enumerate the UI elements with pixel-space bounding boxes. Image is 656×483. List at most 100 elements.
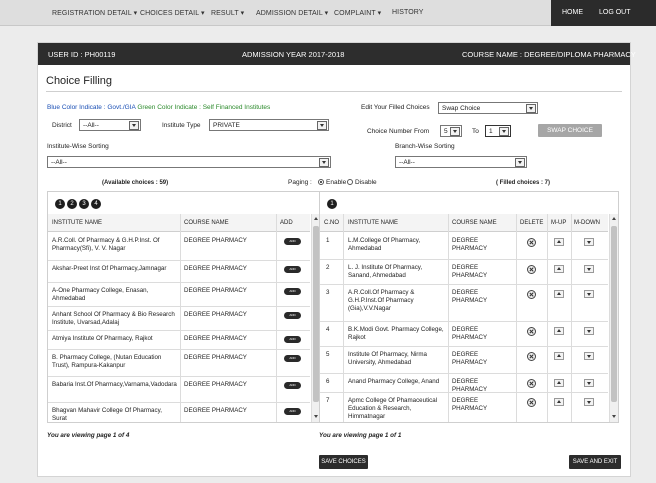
nav-history[interactable]: HISTORY — [392, 9, 424, 16]
delete-icon[interactable] — [527, 290, 536, 299]
left-page-status: You are viewing page 1 of 4 — [47, 432, 130, 439]
legend-govt: Blue Color Indicate : Govt./GIA — [47, 104, 136, 111]
institute-name-cell: B.K.Modi Govt. Pharmacy College, Rajkot — [348, 326, 444, 341]
add-button[interactable]: ADD — [284, 336, 301, 343]
add-button[interactable]: ADD — [284, 266, 301, 273]
course-name: COURSE NAME : DEGREE/DIPLOMA PHARMACY — [462, 50, 636, 59]
add-button[interactable]: ADD — [284, 288, 301, 295]
column-divider — [516, 214, 517, 422]
institute-name-cell: Bhagvan Mahavir College Of Pharmacy, Sur… — [52, 407, 162, 422]
institute-type-label: Institute Type — [162, 122, 201, 129]
nav-result[interactable]: RESULT ▾ — [211, 9, 244, 17]
left-table-header: INSTITUTE NAME COURSE NAME ADD — [48, 214, 310, 232]
page-1-button[interactable]: 1 — [55, 199, 65, 209]
page-3-button[interactable]: 3 — [79, 199, 89, 209]
add-button[interactable]: ADD — [284, 238, 301, 245]
move-down-icon[interactable] — [584, 290, 594, 298]
course-name-cell: DEGREE PHARMACY — [184, 237, 247, 244]
paging-disable-radio[interactable] — [347, 179, 353, 185]
table-row: Akshar-Preet Inst Of Pharmacy,Jamnagar DE… — [48, 261, 310, 283]
save-and-exit-button[interactable]: SAVE AND EXIT — [569, 455, 621, 469]
paging-label: Paging : — [288, 179, 312, 186]
column-divider — [276, 214, 277, 422]
move-down-icon[interactable] — [584, 352, 594, 360]
edit-choices-label: Edit Your Filled Choices — [361, 104, 430, 111]
institute-name-cell: Babaria Inst.Of Pharmacy,Varnama,Vadodar… — [52, 381, 177, 388]
column-divider — [547, 214, 548, 422]
institute-sort-select[interactable]: --All-- — [47, 156, 331, 168]
move-down-icon[interactable] — [584, 327, 594, 335]
page-2-button[interactable]: 2 — [67, 199, 77, 209]
save-choices-button[interactable]: SAVE CHOICES — [319, 455, 368, 469]
course-name-cell: DEGREE PHARMACY — [452, 326, 488, 341]
delete-icon[interactable] — [527, 379, 536, 388]
delete-icon[interactable] — [527, 398, 536, 407]
delete-icon[interactable] — [527, 238, 536, 247]
page-1-button[interactable]: 1 — [327, 199, 337, 209]
header-course-name: COURSE NAME — [184, 220, 229, 226]
course-name-cell: DEGREE PHARMACY — [452, 378, 488, 393]
choice-from-select[interactable]: 5 — [440, 125, 462, 137]
move-up-icon[interactable] — [554, 327, 564, 335]
right-table-scrollbar[interactable] — [609, 214, 618, 422]
move-down-icon[interactable] — [584, 379, 594, 387]
course-name-cell: DEGREE PHARMACY — [452, 289, 488, 304]
chevron-down-icon — [499, 127, 509, 136]
institute-type-select[interactable]: PRIVATE — [209, 119, 329, 131]
header-choice-no: C.NO — [324, 220, 339, 226]
delete-icon[interactable] — [527, 327, 536, 336]
edit-choices-select[interactable]: Swap Choice — [438, 102, 538, 114]
delete-icon[interactable] — [527, 265, 536, 274]
table-row: 6 Anand Pharmacy College, Anand DEGREE PHA… — [320, 374, 608, 393]
move-up-icon[interactable] — [554, 379, 564, 387]
move-up-icon[interactable] — [554, 238, 564, 246]
nav-registration-detail[interactable]: REGISTRATION DETAIL ▾ — [52, 9, 137, 17]
swap-choice-button[interactable]: SWAP CHOICE — [538, 124, 602, 137]
paging-enable-label: Enable — [326, 179, 347, 186]
available-count: (Available choices : 59) — [102, 180, 169, 186]
move-up-icon[interactable] — [554, 265, 564, 273]
page-4-button[interactable]: 4 — [91, 199, 101, 209]
move-down-icon[interactable] — [584, 398, 594, 406]
nav-complaint[interactable]: COMPLAINT ▾ — [334, 9, 381, 17]
legend-self-financed: Green Color Indicate : Self Financed Ins… — [137, 104, 271, 111]
add-button[interactable]: ADD — [284, 312, 301, 319]
move-up-icon[interactable] — [554, 398, 564, 406]
right-table-header: C.NO INSTITUTE NAME COURSE NAME DELETE M… — [320, 214, 608, 232]
scroll-up-icon[interactable] — [612, 217, 616, 220]
header-delete: DELETE — [520, 220, 544, 226]
nav-logout[interactable]: LOG OUT — [599, 9, 631, 16]
district-select[interactable]: --All-- — [79, 119, 141, 131]
table-row: A.R.Coll. Of Pharmacy & G.H.P.Inst. Of P… — [48, 233, 310, 261]
add-button[interactable]: ADD — [284, 382, 301, 389]
branch-sort-select[interactable]: --All-- — [395, 156, 527, 168]
nav-home[interactable]: HOME — [562, 9, 583, 16]
move-up-icon[interactable] — [554, 352, 564, 360]
move-down-icon[interactable] — [584, 265, 594, 273]
choice-to-select[interactable]: 1 — [485, 125, 511, 137]
chevron-down-icon — [129, 121, 139, 130]
institute-name-cell: L. J. Institute Of Pharmacy, Sanand, Ahm… — [348, 264, 423, 279]
choice-number-cell: 5 — [326, 351, 330, 358]
delete-icon[interactable] — [527, 352, 536, 361]
nav-choices-detail[interactable]: CHOICES DETAIL ▾ — [140, 9, 205, 17]
institute-name-cell: Atmiya Institute Of Pharmacy, Rajkot — [52, 335, 153, 342]
choice-to-label: To — [472, 128, 479, 135]
scroll-down-icon[interactable] — [314, 415, 318, 418]
move-up-icon[interactable] — [554, 290, 564, 298]
scroll-up-icon[interactable] — [314, 217, 318, 220]
scroll-down-icon[interactable] — [612, 415, 616, 418]
scroll-thumb[interactable] — [611, 226, 617, 402]
add-button[interactable]: ADD — [284, 408, 301, 415]
header-institute-name: INSTITUTE NAME — [348, 220, 399, 226]
institute-name-cell: Institute Of Pharmacy, Nirma University,… — [348, 351, 427, 366]
header-course-name: COURSE NAME — [452, 220, 497, 226]
course-name-cell: DEGREE PHARMACY — [184, 287, 247, 294]
top-nav: REGISTRATION DETAIL ▾ CHOICES DETAIL ▾ R… — [0, 0, 656, 26]
add-button[interactable]: ADD — [284, 355, 301, 362]
paging-enable-radio[interactable] — [318, 179, 324, 185]
info-bar: USER ID : PH00119 ADMISSION YEAR 2017-20… — [38, 43, 636, 65]
table-row: 2 L. J. Institute Of Pharmacy, Sanand, Ah… — [320, 260, 608, 285]
move-down-icon[interactable] — [584, 238, 594, 246]
nav-admission-detail[interactable]: ADMISSION DETAIL ▾ — [256, 9, 328, 17]
